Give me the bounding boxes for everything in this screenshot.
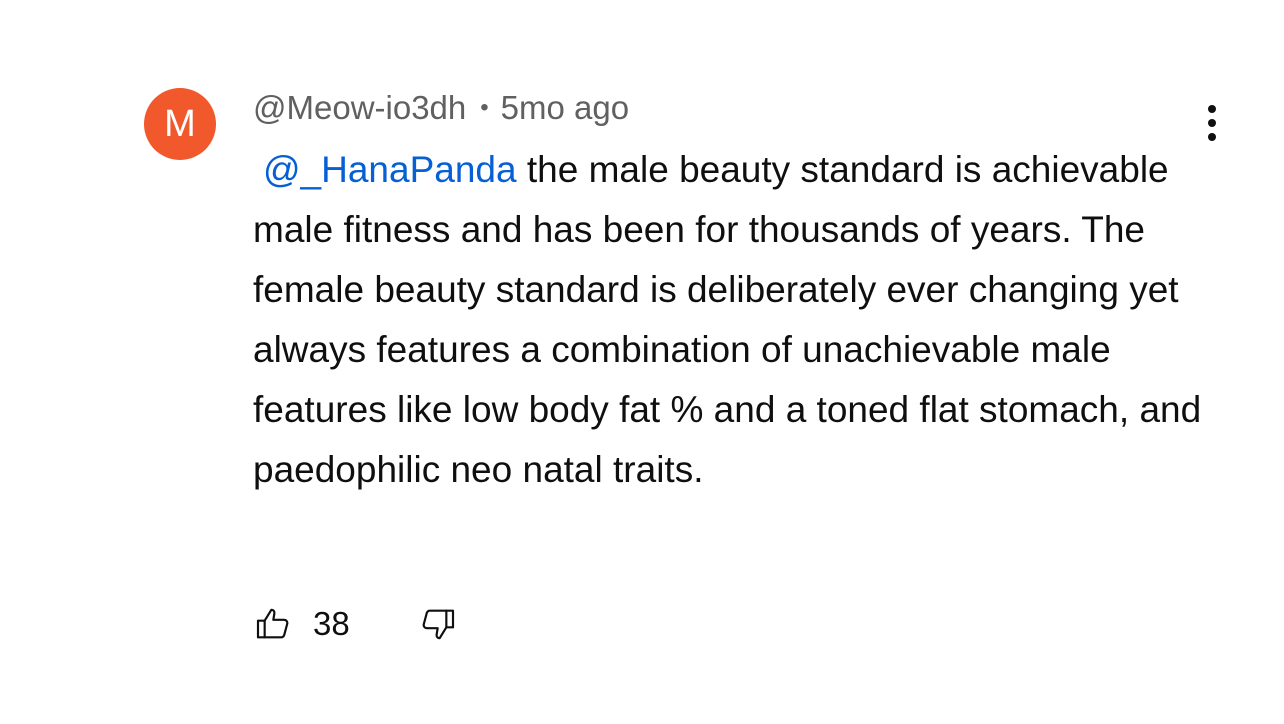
comment-thread: M @Meow-io3dh • 5mo ago @_HanaPanda the … bbox=[0, 0, 1284, 724]
dislike-button[interactable] bbox=[418, 604, 458, 644]
like-count: 38 bbox=[313, 605, 350, 642]
comment-header: @Meow-io3dh • 5mo ago bbox=[253, 88, 629, 128]
comment-actions: 38 bbox=[253, 600, 458, 648]
mention-link[interactable]: @_HanaPanda bbox=[263, 149, 517, 190]
avatar-letter: M bbox=[164, 103, 196, 145]
like-button[interactable]: 38 bbox=[253, 604, 350, 644]
comment-body: the male beauty standard is achievable m… bbox=[253, 149, 1202, 490]
separator-dot: • bbox=[480, 94, 489, 121]
thumbs-down-icon bbox=[422, 609, 454, 640]
timestamp[interactable]: 5mo ago bbox=[501, 89, 629, 127]
thumbs-up-icon bbox=[256, 608, 289, 639]
author-name[interactable]: @Meow-io3dh bbox=[253, 89, 466, 127]
more-vertical-icon bbox=[1208, 105, 1216, 141]
comment-text: @_HanaPanda the male beauty standard is … bbox=[253, 140, 1213, 500]
avatar[interactable]: M bbox=[144, 88, 216, 160]
